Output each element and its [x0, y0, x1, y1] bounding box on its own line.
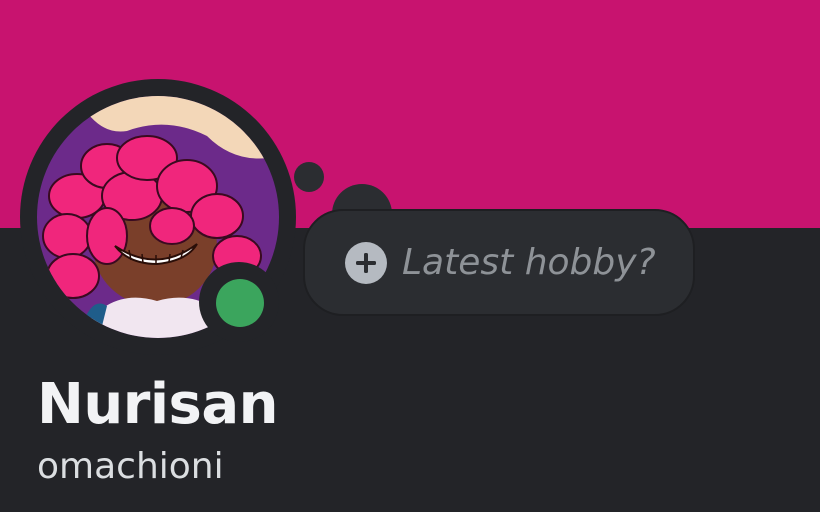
custom-status-placeholder: Latest hobby? [402, 242, 656, 283]
add-custom-status-button[interactable]: Latest hobby? [303, 209, 695, 316]
display-name: Nurisan [37, 372, 279, 437]
online-status-icon [216, 279, 264, 327]
plus-icon [345, 241, 387, 284]
thought-bubble-dot-small [294, 162, 324, 192]
username: omachioni [37, 446, 224, 487]
